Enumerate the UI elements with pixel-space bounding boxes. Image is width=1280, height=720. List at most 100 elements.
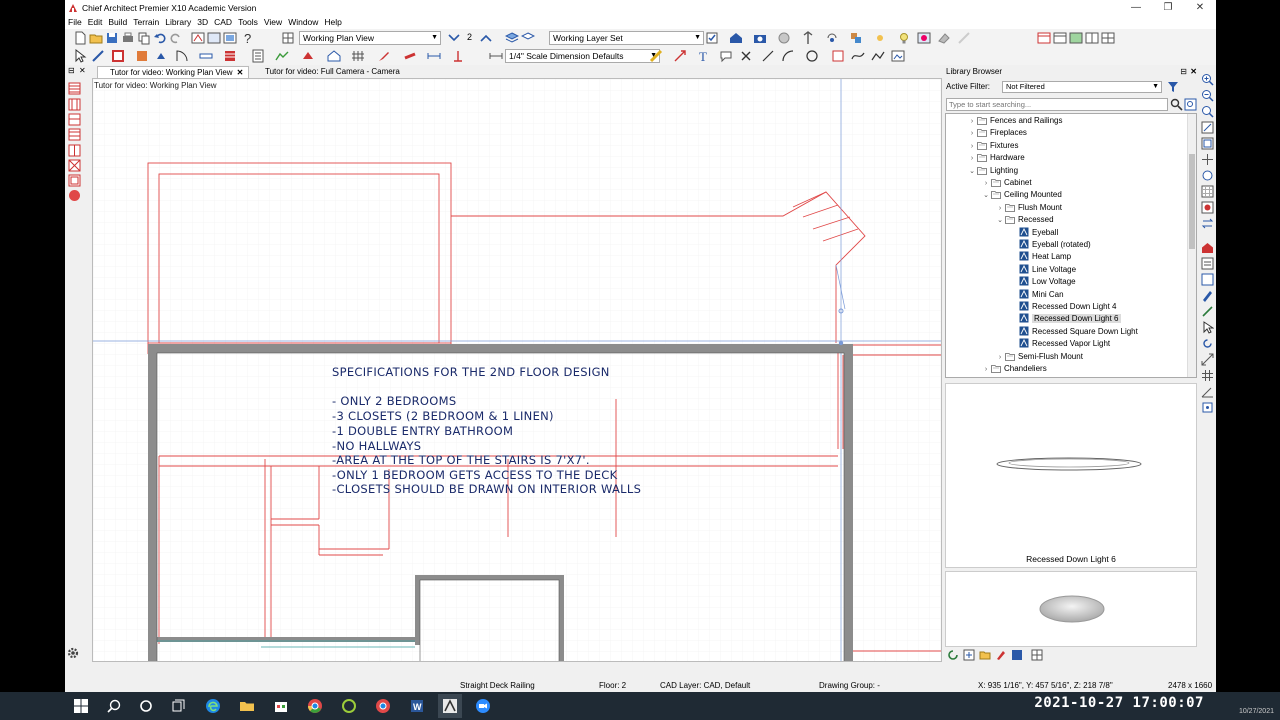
library-folder[interactable]: ⌄ Recessed bbox=[995, 214, 1054, 226]
camera-icon[interactable] bbox=[753, 31, 767, 45]
cross-section-icon[interactable] bbox=[191, 31, 205, 45]
search-icon[interactable] bbox=[106, 698, 122, 714]
home-icon[interactable] bbox=[729, 31, 743, 45]
expand-toggle-icon[interactable]: › bbox=[981, 364, 991, 376]
close-icon[interactable] bbox=[739, 49, 753, 63]
library-folder[interactable]: › Semi-Flush Mount bbox=[995, 351, 1083, 363]
library-folder[interactable]: › Cabinet bbox=[981, 177, 1032, 189]
menu-library[interactable]: Library bbox=[162, 16, 194, 29]
eraser-icon[interactable] bbox=[937, 31, 951, 45]
hamper-icon[interactable] bbox=[68, 189, 81, 202]
tree-scrollbar[interactable] bbox=[1187, 114, 1196, 377]
menu-window[interactable]: Window bbox=[285, 16, 321, 29]
word-icon[interactable]: W bbox=[409, 698, 425, 714]
zoom-window-icon[interactable] bbox=[207, 31, 221, 45]
select-objects-icon[interactable] bbox=[73, 49, 87, 63]
home-icon[interactable] bbox=[1201, 241, 1214, 254]
menu-tools[interactable]: Tools bbox=[235, 16, 261, 29]
store-icon[interactable] bbox=[273, 698, 289, 714]
arc-tool-icon[interactable] bbox=[781, 49, 795, 63]
expand-toggle-icon[interactable]: › bbox=[995, 352, 1005, 364]
edit-tool-icon[interactable] bbox=[1201, 289, 1214, 302]
undo-icon[interactable] bbox=[153, 31, 167, 45]
library-folder[interactable]: › Fireplaces bbox=[967, 127, 1027, 139]
wall-tool-icon[interactable] bbox=[111, 49, 125, 63]
library-item[interactable]: Low Voltage bbox=[1009, 276, 1076, 288]
image-icon[interactable] bbox=[917, 31, 931, 45]
lights-icon[interactable] bbox=[897, 31, 911, 45]
add-to-library-icon[interactable] bbox=[963, 649, 975, 661]
maximize-button[interactable]: ❐ bbox=[1152, 0, 1184, 16]
dimension-tool-icon[interactable] bbox=[957, 31, 971, 45]
filter-select[interactable]: Not Filtered ▼ bbox=[1002, 81, 1162, 93]
wall-bay-2-icon[interactable] bbox=[68, 98, 81, 111]
layer-checkbox-icon[interactable] bbox=[705, 31, 719, 45]
filter-icon[interactable] bbox=[1167, 81, 1179, 93]
expand-toggle-icon[interactable]: › bbox=[967, 141, 977, 153]
window-split-icon[interactable] bbox=[1069, 31, 1083, 45]
edit-handle-icon[interactable] bbox=[91, 49, 105, 63]
refresh-icon[interactable] bbox=[947, 649, 959, 661]
framing-tool-icon[interactable] bbox=[301, 49, 315, 63]
material-painter-icon[interactable] bbox=[849, 31, 863, 45]
layer-edit-icon[interactable] bbox=[521, 31, 535, 45]
window-tool-icon[interactable] bbox=[199, 49, 213, 63]
layer-display-icon[interactable] bbox=[505, 31, 519, 45]
library-folder[interactable]: › Chandeliers bbox=[981, 363, 1047, 375]
wand-icon[interactable] bbox=[1201, 305, 1214, 318]
text-tool-icon[interactable]: T bbox=[697, 49, 711, 63]
library-item[interactable]: Line Voltage bbox=[1009, 264, 1076, 276]
windows-start-icon[interactable] bbox=[73, 698, 89, 714]
edge-browser-icon[interactable] bbox=[205, 698, 221, 714]
window-grid-icon[interactable] bbox=[1101, 31, 1115, 45]
library-folder[interactable]: › Fixtures bbox=[967, 140, 1019, 153]
wall-bay-icon[interactable] bbox=[68, 82, 81, 95]
rotate-icon[interactable] bbox=[1201, 337, 1214, 350]
fence-tool-icon[interactable] bbox=[351, 49, 365, 63]
zoom-app-icon[interactable] bbox=[475, 698, 491, 714]
edit-library-icon[interactable] bbox=[995, 649, 1007, 661]
pen-tool-icon[interactable] bbox=[377, 49, 391, 63]
zoom-in-icon[interactable] bbox=[1201, 73, 1214, 86]
expand-toggle-icon[interactable]: › bbox=[967, 128, 977, 140]
expand-toggle-icon[interactable]: › bbox=[967, 153, 977, 165]
close-icon[interactable]: ✕ bbox=[1190, 65, 1197, 78]
expand-toggle-icon[interactable]: ⌄ bbox=[981, 190, 991, 202]
new-file-icon[interactable] bbox=[73, 31, 87, 45]
library-item[interactable]: Heat Lamp bbox=[1009, 251, 1071, 263]
reference-display-icon[interactable] bbox=[1201, 201, 1214, 214]
spline-tool-icon[interactable] bbox=[851, 49, 865, 63]
chief-architect-taskbar-icon[interactable] bbox=[442, 698, 458, 714]
tab-working-plan-view[interactable]: Tutor for video: Working Plan View ✕ bbox=[97, 66, 249, 78]
help-icon[interactable]: ? bbox=[241, 31, 255, 45]
library-item[interactable]: Eyeball bbox=[1009, 227, 1058, 239]
close-button[interactable]: ✕ bbox=[1184, 0, 1216, 16]
bookcase-icon[interactable] bbox=[68, 128, 81, 141]
menu-file[interactable]: File bbox=[65, 16, 85, 29]
open-folder-icon[interactable] bbox=[89, 31, 103, 45]
expand-toggle-icon[interactable]: ⌄ bbox=[967, 166, 977, 178]
library-item[interactable]: Recessed Down Light 6 bbox=[1009, 313, 1121, 325]
menu-help[interactable]: Help bbox=[321, 16, 344, 29]
tape-measure-icon[interactable] bbox=[649, 49, 663, 63]
print-icon[interactable] bbox=[121, 31, 135, 45]
menu-edit[interactable]: Edit bbox=[85, 16, 106, 29]
library-folder[interactable]: › Flush Mount bbox=[995, 202, 1062, 214]
redo-icon[interactable] bbox=[169, 31, 183, 45]
undo-zoom-icon[interactable] bbox=[1201, 169, 1214, 182]
chrome-profile-icon[interactable] bbox=[375, 698, 391, 714]
callout-tool-icon[interactable] bbox=[719, 49, 733, 63]
library-item[interactable]: Recessed Vapor Light bbox=[1009, 338, 1110, 350]
terrain-tool-icon[interactable] bbox=[275, 49, 289, 63]
resize-icon[interactable] bbox=[1201, 353, 1214, 366]
file-explorer-icon[interactable] bbox=[239, 698, 255, 714]
fill-window-icon[interactable] bbox=[1201, 121, 1214, 134]
swap-floor-icon[interactable] bbox=[1201, 217, 1214, 230]
menu-view[interactable]: View bbox=[261, 16, 285, 29]
chrome-icon[interactable] bbox=[307, 698, 323, 714]
text-style-icon[interactable] bbox=[403, 49, 417, 63]
library-item[interactable]: Recessed Down Light 4 bbox=[1009, 301, 1117, 313]
window-arrange-icon[interactable] bbox=[1085, 31, 1099, 45]
gear-icon[interactable] bbox=[66, 646, 80, 660]
library-item[interactable]: Eyeball (rotated) bbox=[1009, 239, 1091, 251]
